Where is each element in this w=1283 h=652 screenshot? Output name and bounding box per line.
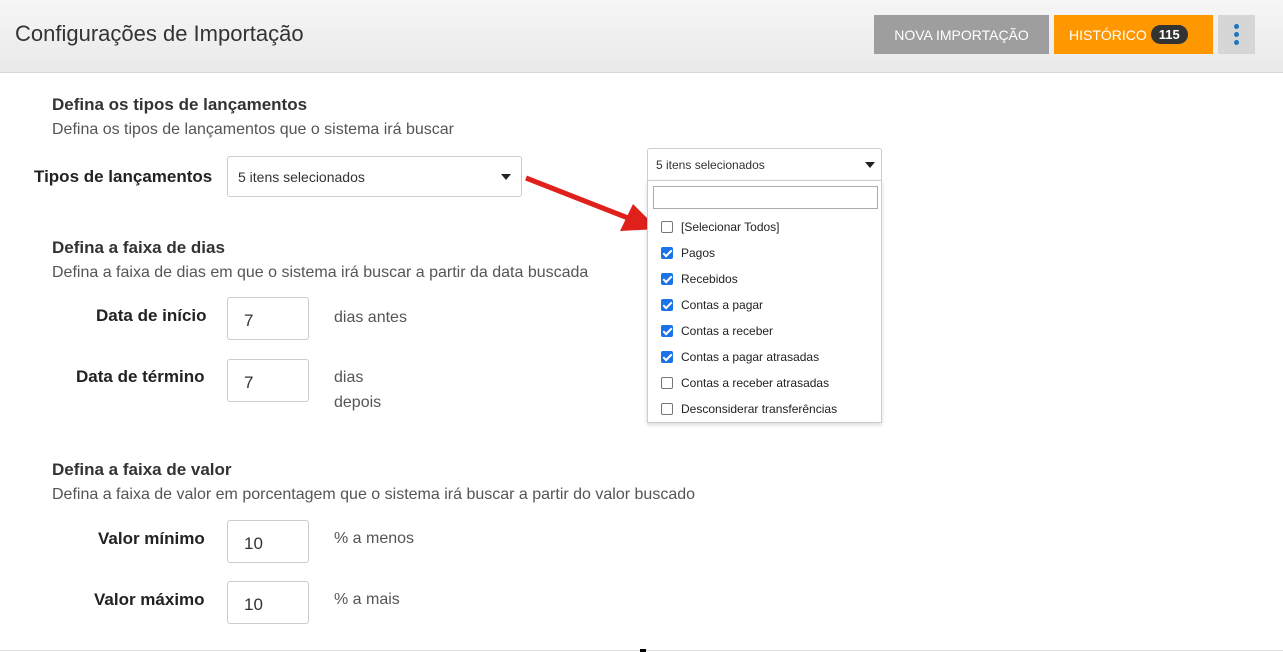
checkbox-unchecked-icon[interactable] — [661, 403, 673, 415]
historico-button[interactable]: HISTÓRICO 115 — [1054, 15, 1213, 54]
dropdown-option-label: Contas a pagar — [681, 298, 764, 312]
data-inicio-input[interactable]: 7 — [227, 297, 309, 340]
dropdown-select-value: 5 itens selecionados — [656, 158, 765, 172]
dropdown-option-label: Contas a pagar atrasadas — [681, 350, 820, 364]
dropdown-option[interactable]: Contas a pagar atrasadas — [661, 349, 819, 365]
checkbox-unchecked-icon[interactable] — [661, 377, 673, 389]
red-arrow-annotation — [525, 175, 658, 231]
dropdown-option[interactable]: Pagos — [661, 245, 715, 261]
dropdown-option-label: Recebidos — [681, 272, 738, 286]
valor-section-desc: Defina a faixa de valor em porcentagem q… — [52, 486, 696, 503]
valor-maximo-input[interactable]: 10 — [227, 581, 309, 624]
data-inicio-unit: dias antes — [334, 309, 407, 326]
nova-importacao-button[interactable]: NOVA IMPORTAÇÃO — [874, 15, 1049, 54]
dropdown-select[interactable]: 5 itens selecionados — [647, 148, 882, 181]
dropdown-option-label: Contas a receber atrasadas — [681, 376, 830, 390]
dropdown-option[interactable]: Contas a receber atrasadas — [661, 375, 829, 391]
dropdown-search-input[interactable] — [653, 186, 878, 209]
data-termino-input[interactable]: 7 — [227, 359, 309, 402]
page-header: Configurações de Importação NOVA IMPORTA… — [0, 0, 1283, 73]
dropdown-option[interactable]: [Selecionar Todos] — [661, 219, 780, 235]
page-title: Configurações de Importação — [15, 21, 304, 46]
checkbox-unchecked-icon[interactable] — [661, 221, 673, 233]
valor-section-title: Defina a faixa de valor — [52, 460, 232, 479]
valor-maximo-label: Valor máximo — [94, 590, 205, 609]
checkbox-checked-icon[interactable] — [661, 247, 673, 259]
checkbox-checked-icon[interactable] — [661, 299, 673, 311]
data-termino-unit-line2: depois — [334, 394, 382, 411]
dropdown-option-label: Desconsiderar transferências — [681, 402, 838, 416]
valor-minimo-label: Valor mínimo — [98, 529, 205, 548]
dropdown-option[interactable]: Recebidos — [661, 271, 738, 287]
valor-maximo-unit: % a mais — [334, 591, 400, 608]
historico-label: HISTÓRICO — [1069, 26, 1147, 43]
dropdown-option[interactable]: Contas a pagar — [661, 297, 763, 313]
tipos-section-title: Defina os tipos de lançamentos — [52, 95, 308, 114]
historico-count-badge: 115 — [1150, 25, 1188, 44]
tipos-label: Tipos de lançamentos — [34, 167, 213, 186]
tipos-select[interactable]: 5 itens selecionados — [227, 156, 522, 197]
data-termino-unit-line1: dias — [334, 369, 364, 386]
chevron-down-icon — [501, 174, 511, 180]
tipos-select-value: 5 itens selecionados — [238, 169, 365, 185]
tipos-section-desc: Defina os tipos de lançamentos que o sis… — [52, 121, 454, 138]
checkbox-checked-icon[interactable] — [661, 325, 673, 337]
dias-section-desc: Defina a faixa de dias em que o sistema … — [52, 264, 589, 281]
dropdown-panel: [Selecionar Todos] Pagos Recebidos Contas a… — [647, 180, 882, 423]
chevron-down-icon — [865, 162, 875, 168]
checkbox-checked-icon[interactable] — [661, 273, 673, 285]
dropdown-option-label: Contas a receber — [681, 324, 774, 338]
valor-minimo-input[interactable]: 10 — [227, 520, 309, 563]
data-termino-label: Data de término — [76, 367, 205, 386]
data-inicio-label: Data de início — [96, 306, 207, 325]
checkbox-checked-icon[interactable] — [661, 351, 673, 363]
dias-section-title: Defina a faixa de dias — [52, 238, 225, 257]
valor-minimo-unit: % a menos — [334, 530, 415, 547]
dropdown-option-label: Pagos — [681, 246, 716, 260]
dropdown-option-label: [Selecionar Todos] — [681, 220, 780, 234]
dropdown-option[interactable]: Desconsiderar transferências — [661, 401, 837, 417]
dropdown-option[interactable]: Contas a receber — [661, 323, 773, 339]
more-options-icon[interactable] — [1218, 15, 1255, 54]
